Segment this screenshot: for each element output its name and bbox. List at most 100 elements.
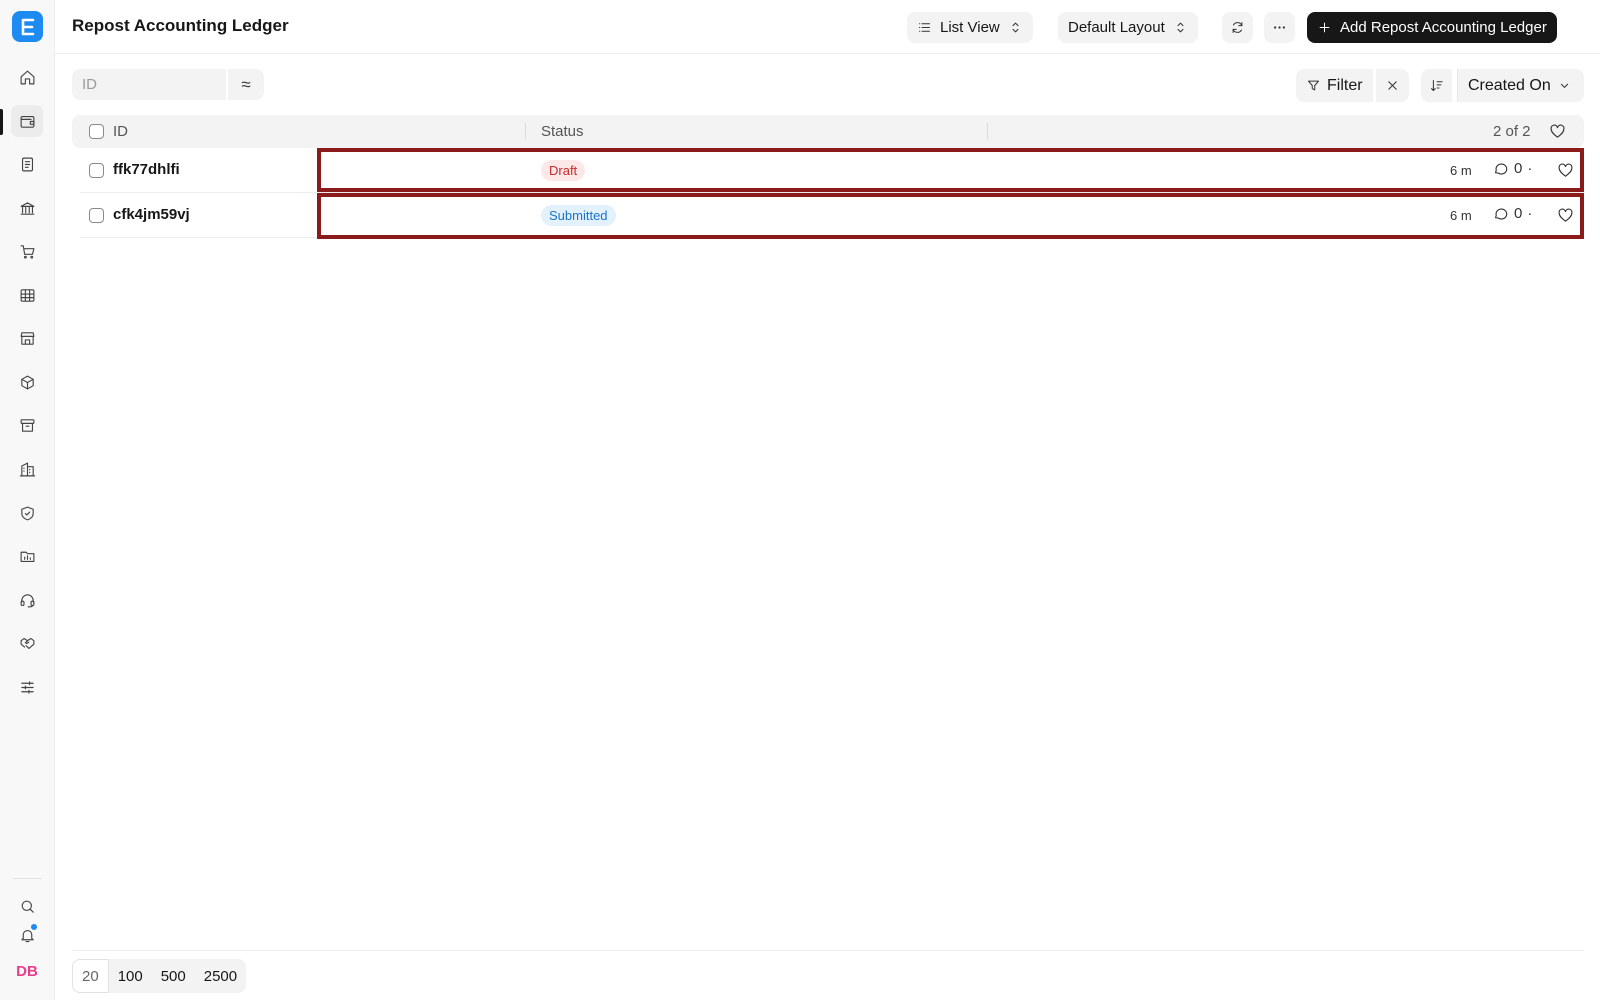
archive-icon	[20, 418, 34, 432]
sidebar-divider	[13, 878, 42, 879]
chevron-up-down-icon	[1012, 22, 1019, 33]
home-icon	[20, 70, 34, 84]
view-switcher-button[interactable]: List View	[907, 12, 1033, 43]
record-count: 2 of 2	[1493, 123, 1531, 140]
sidebar-item-projects[interactable]	[11, 540, 43, 572]
row-id-link[interactable]: cfk4jm59vj	[113, 206, 190, 223]
sort-field-button[interactable]: Created On	[1457, 69, 1584, 102]
separator-dot: ·	[1527, 160, 1533, 177]
more-actions-button[interactable]	[1264, 12, 1295, 43]
sort-direction-button[interactable]	[1421, 69, 1452, 102]
filter-icon	[1308, 80, 1319, 91]
add-repost-accounting-ledger-button[interactable]: Add Repost Accounting Ledger	[1307, 12, 1557, 43]
page-size-selector: 20 100 500 2500	[72, 959, 247, 993]
column-header-status[interactable]: Status	[541, 123, 584, 140]
refresh-icon	[1232, 22, 1243, 33]
close-icon	[1388, 81, 1397, 90]
shield-icon	[20, 506, 34, 520]
refresh-button[interactable]	[1222, 12, 1253, 43]
headset-icon	[20, 593, 34, 607]
sidebar-search-button[interactable]	[11, 890, 43, 922]
row-comment-count[interactable]: 0 ·	[1492, 160, 1532, 177]
layout-switcher-label: Default Layout	[1068, 19, 1165, 36]
bank-icon	[20, 201, 34, 215]
heart-icon	[1550, 124, 1565, 138]
sidebar-item-organization[interactable]	[11, 453, 43, 485]
sidebar: DB	[0, 0, 55, 1000]
page-size-500[interactable]: 500	[152, 959, 195, 993]
comment-count: 0	[1514, 205, 1523, 222]
page-title: Repost Accounting Ledger	[72, 16, 289, 35]
plus-icon	[1319, 22, 1330, 33]
layout-switcher-button[interactable]: Default Layout	[1058, 12, 1198, 43]
row-modified-time: 6 m	[1450, 208, 1472, 223]
page-header: Repost Accounting Ledger List View Defau…	[55, 0, 1600, 54]
column-separator	[525, 123, 526, 140]
table-row[interactable]: ffk77dhlfi Draft 6 m 0 ·	[80, 148, 1584, 193]
sort-descending-icon	[1431, 80, 1443, 91]
row-like-button[interactable]	[1557, 207, 1575, 225]
list-icon	[919, 23, 930, 32]
document-icon	[21, 157, 33, 171]
filter-button[interactable]: Filter	[1296, 69, 1373, 102]
sliders-icon	[20, 680, 34, 694]
sidebar-item-documents[interactable]	[11, 148, 43, 180]
folder-chart-icon	[20, 551, 34, 562]
row-modified-time: 6 m	[1450, 163, 1472, 178]
table-header: ID Status 2 of 2	[72, 115, 1584, 148]
liked-filter-button[interactable]	[1549, 123, 1567, 141]
heart-icon	[1558, 163, 1573, 177]
app-logo[interactable]	[12, 11, 43, 42]
user-avatar[interactable]: DB	[11, 955, 43, 987]
table-icon	[20, 288, 34, 302]
row-checkbox[interactable]	[89, 208, 104, 223]
footer-divider	[72, 950, 1584, 951]
row-like-button[interactable]	[1557, 162, 1575, 180]
handshake-icon	[20, 637, 34, 649]
page-size-2500[interactable]: 2500	[195, 959, 246, 993]
sidebar-item-accounting[interactable]	[11, 105, 43, 137]
sidebar-item-stock[interactable]	[11, 366, 43, 398]
sidebar-notifications-button[interactable]	[11, 919, 43, 951]
status-badge: Draft	[541, 160, 586, 181]
comment-icon	[1494, 208, 1508, 220]
column-header-id[interactable]: ID	[113, 123, 128, 140]
comment-icon	[1494, 163, 1508, 175]
store-icon	[20, 331, 34, 345]
sidebar-item-buying[interactable]	[11, 235, 43, 267]
building-icon	[19, 462, 35, 476]
notification-dot	[30, 923, 38, 931]
sidebar-item-home[interactable]	[11, 61, 43, 93]
more-horizontal-icon	[1274, 26, 1285, 29]
clear-filter-button[interactable]	[1376, 69, 1409, 102]
select-all-checkbox[interactable]	[89, 124, 104, 139]
cart-icon	[20, 244, 34, 259]
id-search-field[interactable]	[72, 69, 226, 100]
package-icon	[20, 375, 34, 389]
page-size-20[interactable]: 20	[72, 959, 109, 993]
comment-count: 0	[1514, 160, 1523, 177]
heart-icon	[1558, 208, 1573, 222]
sidebar-item-settings[interactable]	[11, 671, 43, 703]
sort-field-label: Created On	[1468, 76, 1551, 94]
erpnext-logo-icon	[21, 18, 34, 35]
wallet-icon	[20, 115, 34, 128]
row-checkbox[interactable]	[89, 163, 104, 178]
table-row[interactable]: cfk4jm59vj Submitted 6 m 0 ·	[80, 193, 1584, 238]
sidebar-item-assets[interactable]	[11, 409, 43, 441]
like-filter-toggle[interactable]: ≈	[228, 69, 264, 100]
sidebar-item-banking[interactable]	[11, 192, 43, 224]
separator-dot: ·	[1527, 205, 1533, 222]
chevron-down-icon	[1560, 83, 1568, 88]
sidebar-item-quality[interactable]	[11, 497, 43, 529]
id-search-input[interactable]	[72, 69, 226, 100]
active-indicator	[0, 109, 3, 135]
row-id-link[interactable]: ffk77dhlfi	[113, 161, 180, 178]
sidebar-item-selling[interactable]	[11, 322, 43, 354]
sidebar-item-reports[interactable]	[11, 279, 43, 311]
sidebar-item-crm[interactable]	[11, 627, 43, 659]
view-switcher-label: List View	[940, 19, 1000, 36]
sidebar-item-support[interactable]	[11, 584, 43, 616]
row-comment-count[interactable]: 0 ·	[1492, 205, 1532, 222]
page-size-100[interactable]: 100	[109, 959, 152, 993]
